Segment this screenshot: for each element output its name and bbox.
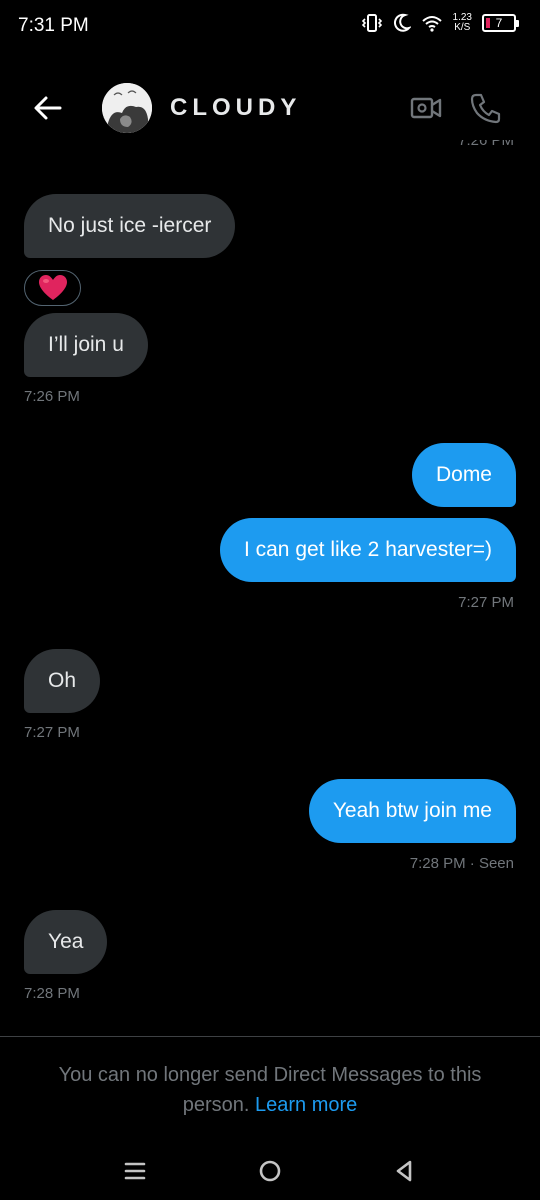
recent-apps-button[interactable] bbox=[120, 1156, 150, 1186]
network-speed-unit: K/S bbox=[454, 22, 471, 33]
video-call-icon bbox=[410, 97, 442, 119]
message-bubble-incoming[interactable]: Yea bbox=[24, 910, 108, 974]
battery-level: 7 bbox=[495, 16, 503, 30]
conversation-header: CLOUDY bbox=[0, 72, 540, 144]
moon-icon bbox=[393, 13, 411, 32]
learn-more-link[interactable]: Learn more bbox=[255, 1094, 357, 1116]
back-nav-button[interactable] bbox=[390, 1156, 420, 1186]
network-speed: 1.23 K/S bbox=[453, 13, 472, 33]
message-bubble-outgoing[interactable]: I can get like 2 harvester=) bbox=[219, 518, 516, 582]
message-bubble-incoming[interactable]: I’ll join u bbox=[24, 313, 148, 377]
reaction-badge[interactable] bbox=[24, 270, 81, 306]
footer-divider bbox=[0, 1036, 540, 1037]
message-bubble-incoming[interactable]: Oh bbox=[24, 649, 101, 713]
arrow-left-icon bbox=[34, 96, 62, 120]
contact-name[interactable]: CLOUDY bbox=[170, 94, 301, 122]
menu-icon bbox=[124, 1162, 146, 1180]
voice-call-button[interactable] bbox=[468, 90, 504, 126]
phone-icon bbox=[470, 93, 501, 124]
back-button[interactable] bbox=[30, 90, 66, 126]
back-triangle-icon bbox=[396, 1160, 412, 1182]
message-bubble-incoming[interactable]: No just ice -iercer bbox=[24, 194, 236, 258]
message-timestamp: 7:27 PM bbox=[458, 594, 514, 611]
status-time: 7:31 PM bbox=[18, 15, 89, 36]
wifi-icon bbox=[421, 16, 442, 32]
system-navigation-bar bbox=[0, 1140, 540, 1200]
partial-timestamp: 7:26 PM bbox=[458, 140, 514, 149]
message-timestamp: 7:28 PM · Seen bbox=[409, 855, 514, 872]
status-icons: 1.23 K/S 7 bbox=[361, 13, 519, 33]
home-button[interactable] bbox=[255, 1156, 285, 1186]
message-timestamp: 7:26 PM bbox=[24, 388, 80, 405]
avatar-image bbox=[102, 83, 152, 133]
vibrate-icon bbox=[361, 14, 382, 32]
video-call-button[interactable] bbox=[408, 90, 444, 126]
message-timestamp: 7:28 PM bbox=[24, 985, 80, 1002]
message-bubble-outgoing[interactable]: Dome bbox=[411, 443, 516, 507]
home-circle-icon bbox=[259, 1160, 281, 1182]
status-bar: 7:31 PM 1.23 K/S 7 bbox=[0, 0, 540, 56]
heart-icon bbox=[38, 275, 67, 300]
message-bubble-outgoing[interactable]: Yeah btw join me bbox=[308, 779, 516, 843]
avatar[interactable] bbox=[102, 83, 152, 133]
battery-icon: 7 bbox=[482, 14, 519, 32]
dm-disabled-notice: You can no longer send Direct Messages t… bbox=[0, 1060, 540, 1120]
message-timestamp: 7:27 PM bbox=[24, 724, 80, 741]
